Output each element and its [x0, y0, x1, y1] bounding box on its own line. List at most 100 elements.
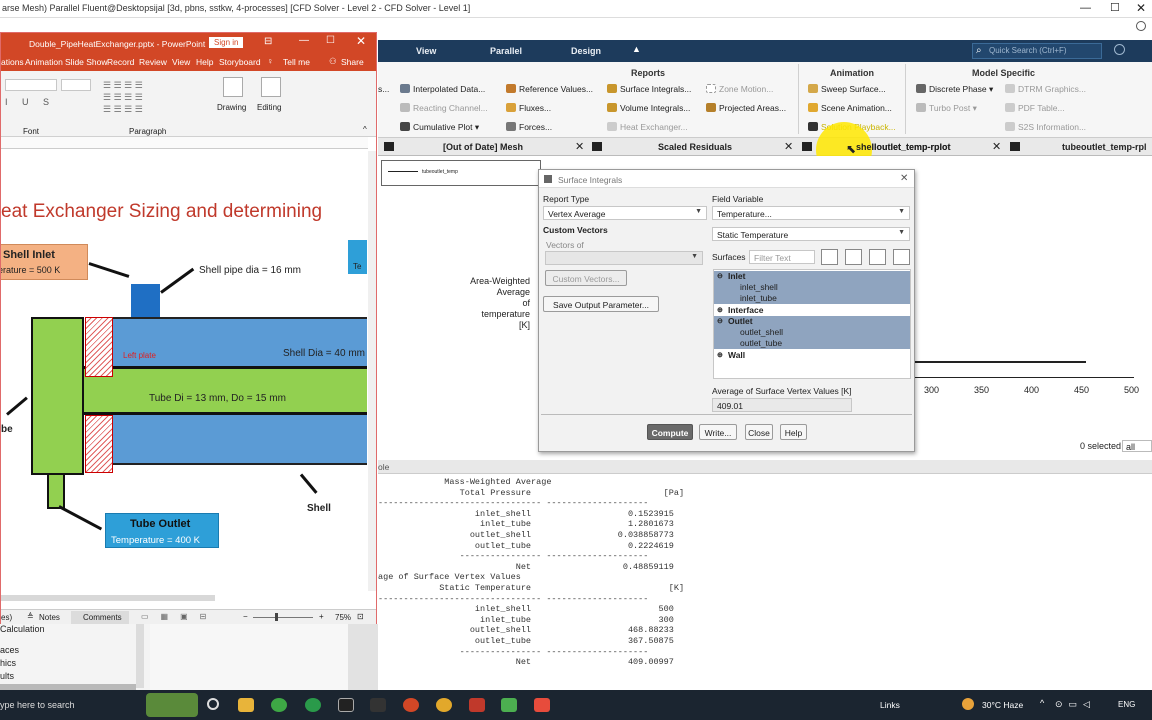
- expand-icon[interactable]: ⊕: [717, 306, 723, 314]
- file-explorer-icon[interactable]: [238, 698, 254, 712]
- surface-integrals-button[interactable]: Surface Integrals...: [607, 84, 691, 94]
- scene-animation-button[interactable]: Scene Animation...: [808, 103, 892, 113]
- field-variable-select[interactable]: Temperature... ▼: [712, 206, 910, 220]
- zoom-slider[interactable]: [253, 617, 313, 618]
- zone-motion-button[interactable]: Zone Motion...: [706, 84, 773, 94]
- fluxes-button[interactable]: Fluxes...: [506, 103, 551, 113]
- menu-transitions[interactable]: ations: [1, 57, 24, 67]
- collapse-ribbon-icon[interactable]: ▲: [632, 44, 641, 54]
- expand-icon[interactable]: ⊕: [717, 351, 723, 359]
- select-all-icon[interactable]: [869, 249, 886, 265]
- menu-view[interactable]: View: [172, 57, 190, 67]
- comments-button[interactable]: Comments: [71, 611, 129, 624]
- tab-shelloutlet-overlay[interactable]: shelloutlet_temp-rplot: [856, 142, 951, 152]
- tree-item-wall[interactable]: ⊕ Wall: [714, 350, 910, 361]
- menu-slide-show[interactable]: Slide Show: [65, 57, 108, 67]
- tab-scaled-residuals[interactable]: Scaled Residuals: [658, 142, 732, 152]
- surfaces-tree[interactable]: ⊖ Inlet inlet_shell inlet_tube ⊕ Interface…: [713, 269, 911, 379]
- whatsapp-icon[interactable]: [271, 698, 287, 712]
- close-window-button[interactable]: ✕: [1136, 1, 1146, 15]
- outline-tree-panel[interactable]: Calculation aces hics ults: [0, 624, 378, 690]
- close-icon[interactable]: ✕: [900, 173, 908, 184]
- interpolated-data-button[interactable]: Interpolated Data...: [400, 84, 485, 94]
- tab-tubeoutlet-temp-rplot[interactable]: tubeoutlet_temp-rpl: [1062, 142, 1147, 152]
- close-icon[interactable]: ✕: [356, 34, 366, 48]
- editing-button[interactable]: Editing: [257, 103, 281, 112]
- font-size-select[interactable]: [61, 79, 91, 91]
- tab-view[interactable]: View: [416, 46, 436, 56]
- menu-help[interactable]: Help: [196, 57, 213, 67]
- maximize-button[interactable]: ☐: [1110, 1, 1120, 14]
- chrome-icon[interactable]: [436, 698, 452, 712]
- projected-areas-button[interactable]: Projected Areas...: [706, 103, 786, 113]
- help-button[interactable]: Help: [780, 424, 807, 440]
- compute-button[interactable]: Compute: [647, 424, 693, 440]
- app-icon[interactable]: [469, 698, 485, 712]
- forces-button[interactable]: Forces...: [506, 122, 552, 132]
- turbo-post-button[interactable]: Turbo Post ▾: [916, 103, 977, 114]
- report-type-select[interactable]: Vertex Average ▼: [543, 206, 707, 220]
- links-toolbar[interactable]: Links: [880, 700, 900, 710]
- save-output-parameter-button[interactable]: Save Output Parameter...: [543, 296, 659, 312]
- tree-scrollbar[interactable]: [136, 624, 144, 688]
- fluent-taskbar-icon[interactable]: [534, 698, 550, 712]
- close-tab-icon[interactable]: ✕: [575, 140, 584, 153]
- menu-review[interactable]: Review: [139, 57, 167, 67]
- zoom-out-icon[interactable]: −: [243, 612, 248, 621]
- pane-splitter[interactable]: [348, 624, 378, 690]
- fit-slide-icon[interactable]: ⊡: [357, 612, 364, 621]
- chat-app-icon[interactable]: [305, 698, 321, 712]
- zoom-level[interactable]: 75%: [335, 613, 351, 622]
- reference-values-button[interactable]: Reference Values...: [506, 84, 593, 94]
- minimize-button[interactable]: —: [1080, 2, 1091, 14]
- menu-storyboard[interactable]: Storyboard: [219, 57, 261, 67]
- font-format-buttons[interactable]: I U S: [5, 97, 55, 107]
- tray-chevron-icon[interactable]: ^: [1040, 698, 1044, 708]
- taskbar-search-input[interactable]: ype here to search: [0, 700, 75, 710]
- close-tab-icon[interactable]: ✕: [784, 140, 793, 153]
- sign-in-button[interactable]: Sign in: [209, 37, 244, 48]
- powerpoint-icon[interactable]: [403, 698, 419, 712]
- deselect-all-icon[interactable]: [893, 249, 910, 265]
- weather-text[interactable]: 30°C Haze: [982, 700, 1023, 710]
- tell-me-input[interactable]: Tell me: [283, 57, 310, 67]
- tree-item-outlet[interactable]: ⊖ Outlet: [714, 316, 910, 327]
- volume-integrals-button[interactable]: Volume Integrals...: [607, 103, 690, 113]
- menu-record[interactable]: Record: [107, 57, 134, 67]
- paragraph-controls[interactable]: ☰ ☰ ☰ ☰ ☰ ☰ ☰ ☰ ☰ ☰ ☰ ☰: [103, 79, 189, 119]
- tray-icons[interactable]: ⊙▭◁: [1055, 699, 1096, 710]
- help-icon[interactable]: [1114, 44, 1125, 55]
- zoom-slider-thumb[interactable]: [275, 613, 278, 621]
- selection-filter-select[interactable]: all: [1122, 440, 1152, 452]
- task-view-icon[interactable]: [207, 698, 219, 710]
- surface-filter-input[interactable]: Filter Text: [749, 250, 815, 264]
- shapes-icon[interactable]: [223, 77, 243, 97]
- horizontal-scrollbar[interactable]: [1, 595, 215, 601]
- reacting-channel-button[interactable]: Reacting Channel...: [400, 103, 488, 113]
- font-name-select[interactable]: [5, 79, 57, 91]
- collapse-icon[interactable]: ⊖: [717, 272, 723, 280]
- tree-item[interactable]: aces: [0, 645, 19, 655]
- minimize-button[interactable]: —: [299, 35, 309, 46]
- write-button[interactable]: Write...: [699, 424, 737, 440]
- s2s-information-button[interactable]: S2S Information...: [1005, 122, 1086, 132]
- tree-item[interactable]: hics: [0, 658, 16, 668]
- close-tab-icon[interactable]: ✕: [992, 140, 1001, 153]
- cumulative-plot-button[interactable]: Cumulative Plot ▾: [400, 122, 479, 133]
- collapse-ribbon-icon[interactable]: ^: [363, 125, 367, 134]
- ansys-icon[interactable]: [370, 698, 386, 712]
- tree-item-inlet[interactable]: ⊖ Inlet: [714, 271, 910, 282]
- tab-design[interactable]: Design: [571, 46, 601, 56]
- cfd-post-icon[interactable]: [501, 698, 517, 712]
- maximize-button[interactable]: ☐: [326, 35, 335, 46]
- help-icon[interactable]: [1136, 21, 1146, 31]
- slide-canvas[interactable]: eat Exchanger Sizing and determining She…: [1, 151, 367, 591]
- sweep-surface-button[interactable]: Sweep Surface...: [808, 84, 886, 94]
- language-indicator[interactable]: ENG: [1118, 700, 1135, 709]
- magnifier-icon[interactable]: [261, 77, 281, 97]
- filter-options-icon[interactable]: [821, 249, 838, 265]
- filter-apply-icon[interactable]: [845, 249, 862, 265]
- zoom-in-icon[interactable]: +: [319, 612, 324, 621]
- view-buttons[interactable]: ▭▦▣⊟: [141, 612, 218, 621]
- tree-item[interactable]: Calculation: [0, 624, 45, 634]
